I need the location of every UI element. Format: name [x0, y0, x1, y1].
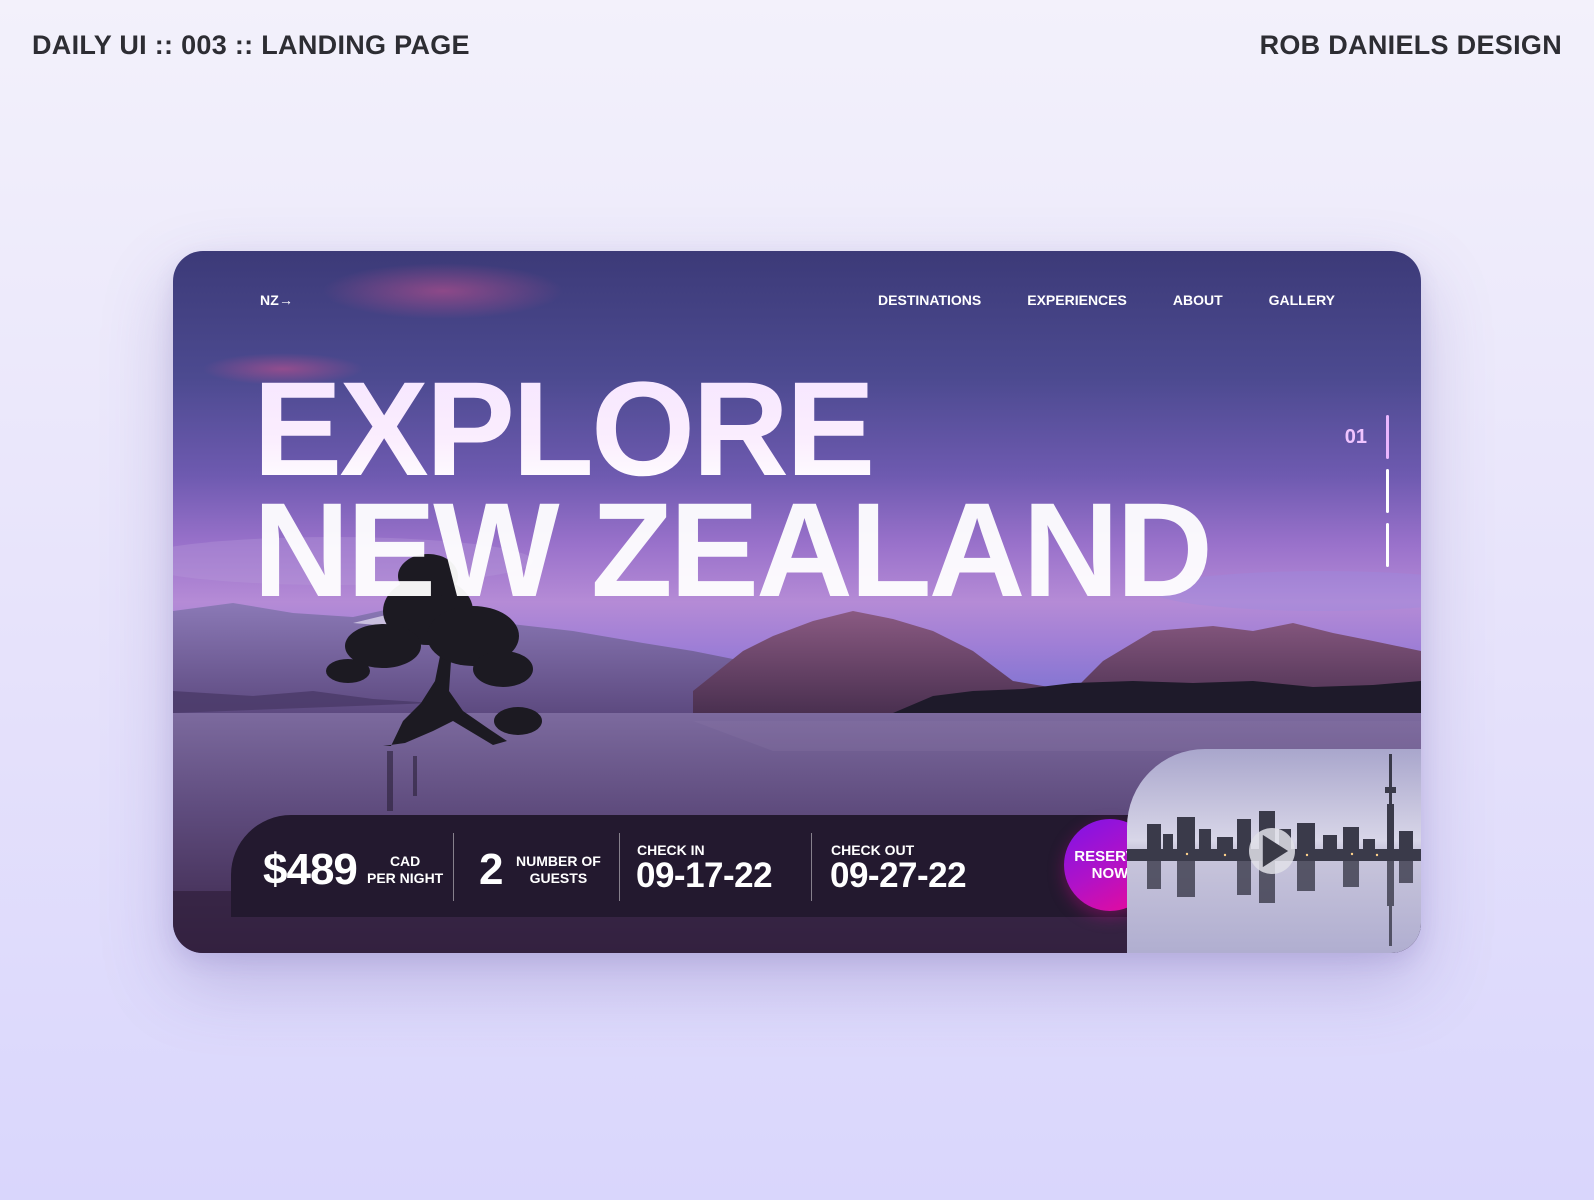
price-unit: CAD PER NIGHT — [367, 853, 443, 887]
booking-bar: $489 CAD PER NIGHT 2 NUMBER OF GUESTS CH… — [231, 815, 1161, 917]
nav-item-experiences[interactable]: EXPERIENCES — [1027, 292, 1127, 308]
slide-number: 01 — [1344, 426, 1367, 448]
guests-label: NUMBER OF GUESTS — [516, 853, 601, 887]
main-nav: DESTINATIONS EXPERIENCES ABOUT GALLERY — [878, 292, 1335, 308]
slide-indicator-2[interactable] — [1386, 469, 1389, 513]
guests-label-line-2: GUESTS — [529, 870, 588, 886]
play-icon — [1262, 834, 1289, 868]
guests-value[interactable]: 2 — [479, 845, 503, 895]
hero-line-1: EXPLORE — [253, 363, 1210, 497]
play-button[interactable] — [1249, 828, 1295, 874]
nav-logo[interactable]: NZ→ — [260, 292, 293, 308]
price-currency: CAD — [389, 853, 421, 869]
landing-card: NZ→ DESTINATIONS EXPERIENCES ABOUT GALLE… — [173, 251, 1421, 953]
hero-headline: EXPLORE NEW ZEALAND — [253, 363, 1213, 625]
checkin-date[interactable]: 09-17-22 — [636, 856, 773, 896]
checkout-date[interactable]: 09-27-22 — [830, 856, 967, 896]
hero-line-2: NEW ZEALAND — [253, 476, 1213, 625]
nav-item-destinations[interactable]: DESTINATIONS — [878, 292, 981, 308]
price-value: $489 — [263, 845, 358, 894]
guests-label-line-1: NUMBER OF — [516, 853, 601, 869]
price-period: PER NIGHT — [367, 870, 444, 886]
nav-item-about[interactable]: ABOUT — [1173, 292, 1223, 308]
divider — [811, 833, 812, 901]
slide-indicator-3[interactable] — [1386, 523, 1389, 567]
video-thumbnail[interactable] — [1127, 749, 1421, 953]
shot-title: DAILY UI :: 003 :: LANDING PAGE — [32, 30, 470, 60]
divider — [453, 833, 454, 901]
shot-credit: ROB DANIELS DESIGN — [1259, 30, 1562, 60]
slide-indicator-1[interactable] — [1386, 415, 1389, 459]
nav-item-gallery[interactable]: GALLERY — [1269, 292, 1335, 308]
divider — [619, 833, 620, 901]
